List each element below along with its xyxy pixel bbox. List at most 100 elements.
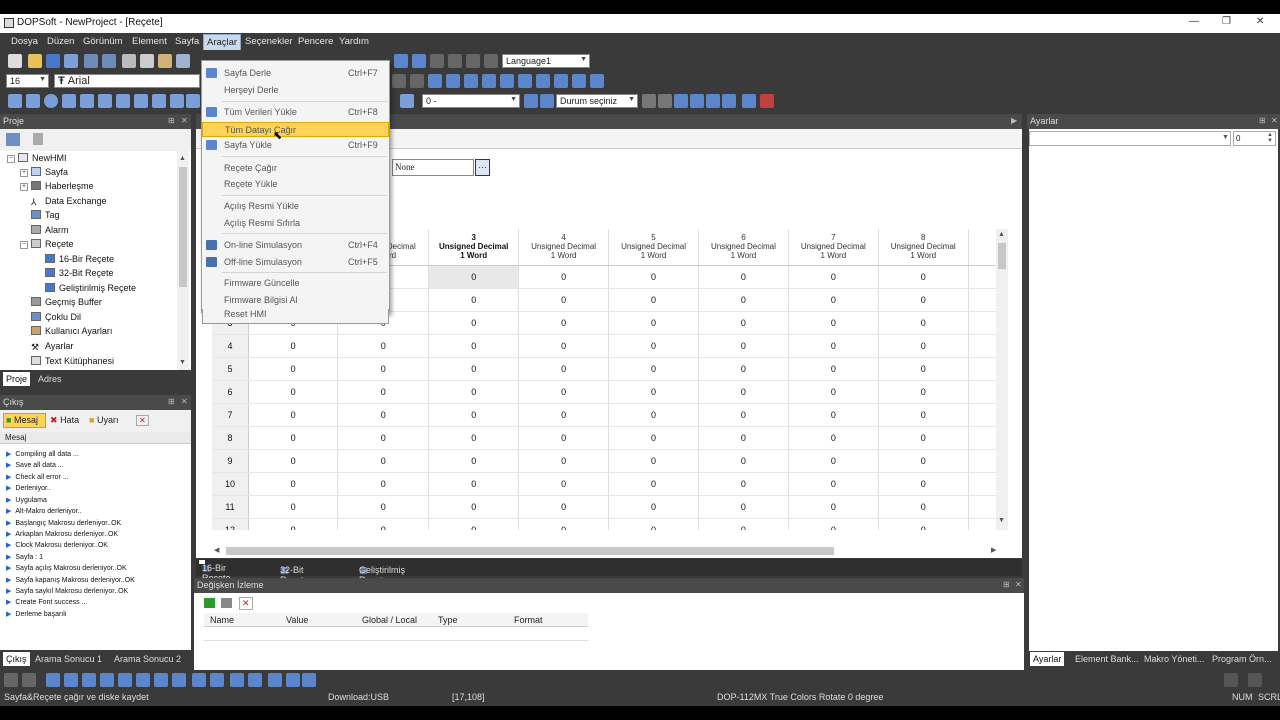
grid-cell[interactable]: 0 — [248, 403, 339, 427]
grid-cell[interactable]: 0 — [428, 472, 520, 496]
col-format[interactable]: Format — [514, 615, 543, 625]
grid-cell[interactable]: 0 — [698, 265, 789, 289]
redo-icon[interactable] — [102, 54, 116, 68]
menu-sayfa[interactable]: Sayfa — [174, 36, 200, 47]
grid-col-4-header[interactable]: 4 Unsigned Decimal 1 Word — [518, 229, 610, 266]
same-size-icon[interactable] — [572, 74, 586, 88]
layer-back-icon[interactable] — [658, 94, 672, 108]
layout-tool-icon[interactable] — [46, 673, 60, 687]
grid-cell[interactable]: 0 — [248, 334, 339, 358]
grid-cell[interactable]: 0 — [878, 357, 969, 381]
grid-cell[interactable]: 0 — [788, 357, 879, 381]
table-row[interactable]: 12 0 0 0 0 0 0 0 0 — [212, 518, 1008, 530]
grid-cell[interactable]: 0 — [337, 518, 430, 530]
scroll-thumb[interactable] — [998, 243, 1006, 269]
grid-cell[interactable]: 0 — [337, 495, 430, 519]
tab-adres[interactable]: Adres — [38, 374, 62, 384]
row-header[interactable]: 10 — [212, 472, 249, 496]
log-line[interactable]: ▶ Arkaplan Makrosu derleniyor..OK — [6, 530, 118, 538]
layout-tool-icon[interactable] — [210, 673, 224, 687]
grid-cell[interactable]: 0 — [248, 495, 339, 519]
grid-cell[interactable]: 0 — [608, 357, 699, 381]
menu-item-recete-cagir[interactable]: Reçete Çağır — [202, 161, 389, 176]
menu-item-acilis-resmi-sifirla[interactable]: Açılış Resmi Sıfırla — [202, 216, 389, 231]
grid-cell[interactable]: 0 — [878, 495, 969, 519]
cut-icon[interactable] — [122, 54, 136, 68]
restore-button[interactable]: ❐ — [1222, 16, 1231, 27]
log-line[interactable]: ▶ Check all error ... — [6, 473, 69, 481]
scroll-up-icon[interactable]: ▲ — [179, 155, 186, 162]
grid-cell[interactable]: 0 — [248, 449, 339, 473]
menu-item-sayfa-yukle[interactable]: Sayfa Yükle Ctrl+F9 — [202, 138, 389, 153]
layout-tool-icon[interactable] — [172, 673, 186, 687]
add-icon[interactable] — [204, 598, 215, 608]
layout-tool-icon[interactable] — [154, 673, 168, 687]
grid-cell[interactable]: 0 — [878, 472, 969, 496]
log-line[interactable]: ▶ Save all data ... — [6, 461, 64, 469]
pin-icon[interactable]: ⊞ — [168, 116, 175, 125]
layout-tool-icon[interactable] — [192, 673, 206, 687]
row-header[interactable]: 9 — [212, 449, 249, 473]
arc-icon[interactable] — [152, 94, 166, 108]
align-middle-icon[interactable] — [464, 74, 478, 88]
grid-cell[interactable]: 0 — [337, 403, 430, 427]
grid-cell[interactable]: 0 — [698, 403, 789, 427]
copy-icon[interactable] — [140, 54, 154, 68]
log-line[interactable]: ▶ Sayfa açılış Makrosu derleniyor..OK — [6, 564, 127, 572]
layout-tool-icon[interactable] — [286, 673, 300, 687]
same-width-icon[interactable] — [536, 74, 550, 88]
monitor-icon[interactable] — [742, 94, 756, 108]
row-header[interactable]: 5 — [212, 357, 249, 381]
grid-cell[interactable]: 0 — [878, 426, 969, 450]
menu-pencere[interactable]: Pencere — [297, 36, 334, 47]
table-row[interactable]: 11 0 0 0 0 0 0 0 0 — [212, 495, 1008, 519]
row-header[interactable]: 12 — [212, 518, 249, 530]
grid-cell[interactable]: 0 — [608, 380, 699, 404]
grid-cell[interactable]: 0 — [698, 357, 789, 381]
tab-element-bank[interactable]: Element Bank... — [1075, 654, 1139, 664]
tree-item-tag[interactable]: Tag — [31, 210, 60, 220]
text-icon[interactable] — [80, 94, 94, 108]
close-button[interactable]: ✕ — [1256, 16, 1264, 27]
layout-tool-icon[interactable] — [302, 673, 316, 687]
col-name[interactable]: Name — [210, 615, 234, 625]
language-select[interactable]: Language1 ▼ — [502, 54, 590, 68]
grid-cell[interactable]: 0 — [878, 288, 969, 312]
watch-empty-row[interactable] — [204, 627, 588, 641]
col-global-local[interactable]: Global / Local — [362, 615, 417, 625]
table-row[interactable]: 500000000 — [212, 357, 1008, 381]
grid-cell[interactable]: 0 — [337, 426, 430, 450]
layout-tool-icon[interactable] — [268, 673, 282, 687]
layout-tool-icon[interactable] — [248, 673, 262, 687]
menu-duzen[interactable]: Düzen — [46, 36, 75, 47]
scroll-down-icon[interactable]: ▼ — [179, 359, 186, 366]
pin-icon[interactable]: ⊞ — [1003, 580, 1010, 589]
scale-icon[interactable] — [170, 94, 184, 108]
grid-cell[interactable]: 0 — [608, 495, 699, 519]
tab-ayarlar[interactable]: Ayarlar — [1030, 652, 1065, 666]
grid-cell[interactable]: 0 — [608, 472, 699, 496]
font-name-select[interactable]: Ŧ Arial — [54, 74, 200, 88]
grid-cell[interactable]: 0 — [878, 311, 969, 335]
grid-cell[interactable]: 0 — [248, 380, 339, 404]
grid-cell[interactable]: 0 — [518, 357, 610, 381]
menu-item-firmware-bilgisi-al[interactable]: Firmware Bilgisi Al — [202, 293, 389, 308]
grid-cell[interactable]: 0 — [518, 265, 610, 289]
rotate-left-icon[interactable] — [394, 54, 408, 68]
menu-item-online-simulasyon[interactable]: On-line Simulasyon Ctrl+F4 — [202, 238, 389, 253]
menu-dosya[interactable]: Dosya — [10, 36, 39, 47]
grid-col-5-header[interactable]: 5 Unsigned Decimal 1 Word — [608, 229, 699, 266]
menu-item-recete-yukle[interactable]: Reçete Yükle — [202, 177, 389, 192]
table-row[interactable]: 900000000 — [212, 449, 1008, 473]
circle-icon[interactable] — [44, 94, 58, 108]
grid-cell[interactable]: 0 — [428, 380, 520, 404]
meter-icon[interactable] — [186, 94, 200, 108]
grid-vertical-scrollbar[interactable]: ▲ ▼ — [996, 229, 1008, 530]
grid-cell[interactable]: 0 — [788, 449, 879, 473]
tree-item-alarm[interactable]: Alarm — [31, 225, 69, 235]
line-icon[interactable] — [62, 94, 76, 108]
distribute-h-icon[interactable] — [500, 74, 514, 88]
state-prev-icon[interactable] — [400, 94, 414, 108]
grid-cell[interactable]: 0 — [518, 449, 610, 473]
grid-cell[interactable]: 0 — [608, 265, 699, 289]
